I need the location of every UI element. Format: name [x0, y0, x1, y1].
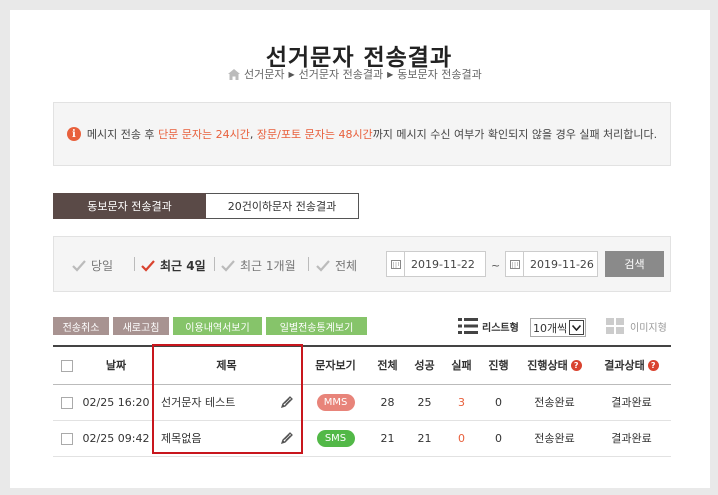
- row-total: 21: [380, 431, 395, 445]
- calendar-icon[interactable]: [506, 252, 524, 276]
- filter-bar: 당일 최근 4일 최근 1개월 전체 2019-11-22 ~ 2019-11-…: [53, 236, 671, 292]
- cancel-send-button[interactable]: 전송취소: [53, 317, 109, 335]
- check-icon: [72, 259, 86, 272]
- period-recent-1-month[interactable]: 최근 1개월: [221, 257, 296, 274]
- list-view-toggle[interactable]: 리스트형: [458, 318, 519, 334]
- row-checkbox[interactable]: [61, 396, 73, 409]
- results-table: 날짜 제목 문자보기 전체 성공 실패 진행 진행상태? 결과상태? 02/25…: [53, 345, 671, 457]
- row-total: 28: [380, 395, 395, 409]
- calendar-icon[interactable]: [387, 252, 405, 276]
- header-subject: 제목: [216, 359, 237, 373]
- row-subject: 제목없음: [151, 430, 302, 446]
- chevron-right-icon: ▶: [288, 69, 295, 79]
- usage-history-button[interactable]: 이용내역서보기: [173, 317, 262, 335]
- header-view: 문자보기: [315, 359, 356, 373]
- chevron-right-icon: ▶: [387, 69, 394, 79]
- date-range-separator: ~: [491, 259, 501, 272]
- period-recent-4-days[interactable]: 최근 4일: [141, 257, 206, 274]
- row-date: 02/25 09:42: [82, 431, 150, 445]
- row-success: 21: [417, 431, 432, 445]
- row-checkbox[interactable]: [61, 432, 73, 445]
- header-result-status: 결과상태?: [592, 346, 671, 384]
- help-icon[interactable]: ?: [647, 360, 659, 372]
- row-progress-status: 전송완료: [534, 432, 575, 445]
- pencil-icon[interactable]: [280, 431, 294, 445]
- home-icon[interactable]: [228, 68, 240, 80]
- chevron-down-icon: [569, 320, 584, 335]
- row-progress: 0: [495, 395, 502, 409]
- action-buttons: 전송취소 새로고침 이용내역서보기 일별전송통계보기: [53, 317, 367, 335]
- list-icon: [458, 318, 478, 334]
- header-date: 날짜: [105, 359, 127, 373]
- info-icon: i: [66, 127, 81, 141]
- image-view-toggle[interactable]: 이미지형: [606, 318, 667, 334]
- row-result-status: 결과완료: [611, 432, 652, 445]
- header-progress-status: 진행상태?: [517, 346, 592, 384]
- header-success: 성공: [414, 359, 435, 373]
- message-view-button[interactable]: SMS: [316, 429, 355, 447]
- check-icon: [221, 259, 235, 272]
- row-date: 02/25 16:20: [82, 395, 150, 409]
- breadcrumb-item-current: 동보문자 전송결과: [397, 68, 482, 81]
- divider: [134, 257, 135, 271]
- row-fail: 0: [458, 431, 465, 445]
- row-fail: 3: [458, 395, 465, 409]
- daily-stats-button[interactable]: 일별전송통계보기: [266, 317, 367, 335]
- tab-broadcast-results[interactable]: 동보문자 전송결과: [53, 193, 206, 219]
- table-header-row: 날짜 제목 문자보기 전체 성공 실패 진행 진행상태? 결과상태?: [53, 346, 671, 384]
- header-total: 전체: [377, 359, 398, 373]
- breadcrumb-item[interactable]: 선거문자: [244, 66, 284, 82]
- page-size-select[interactable]: 10개씩: [530, 318, 586, 337]
- row-progress: 0: [495, 431, 502, 445]
- header-fail: 실패: [451, 359, 472, 373]
- refresh-button[interactable]: 새로고침: [113, 317, 169, 335]
- period-today[interactable]: 당일: [72, 257, 113, 274]
- row-progress-status: 전송완료: [534, 396, 575, 409]
- tab-small-batch-results[interactable]: 20건이하문자 전송결과: [206, 193, 359, 219]
- result-tabs: 동보문자 전송결과 20건이하문자 전송결과: [53, 193, 359, 219]
- pencil-icon[interactable]: [280, 395, 294, 409]
- select-all-checkbox[interactable]: [61, 359, 73, 372]
- message-view-button[interactable]: MMS: [316, 393, 355, 411]
- help-icon[interactable]: ?: [570, 360, 582, 372]
- row-subject: 선거문자 테스트: [151, 394, 302, 410]
- header-progress: 진행: [488, 359, 509, 373]
- date-from-field[interactable]: 2019-11-22: [386, 251, 486, 277]
- check-icon: [316, 259, 330, 272]
- row-result-status: 결과완료: [611, 396, 652, 409]
- table-row: 02/25 09:42 제목없음 SMS 21 21 0 0 전송완료 결과완료: [53, 420, 671, 456]
- check-icon: [141, 259, 155, 272]
- breadcrumb: 선거문자 ▶ 선거문자 전송결과 ▶ 동보문자 전송결과: [228, 66, 482, 82]
- breadcrumb-item[interactable]: 선거문자 전송결과: [299, 66, 383, 82]
- divider: [214, 257, 215, 271]
- notice-box: i 메시지 전송 후 단문 문자는 24시간, 장문/포토 문자는 48시간까지…: [53, 102, 671, 166]
- divider: [308, 257, 309, 271]
- notice-text: 메시지 전송 후 단문 문자는 24시간, 장문/포토 문자는 48시간까지 메…: [86, 128, 658, 141]
- row-success: 25: [417, 395, 432, 409]
- table-row: 02/25 16:20 선거문자 테스트 MMS 28 25 3 0 전송완료 …: [53, 384, 671, 420]
- search-button[interactable]: 검색: [605, 251, 664, 277]
- period-all[interactable]: 전체: [316, 257, 357, 274]
- grid-icon: [606, 318, 624, 334]
- date-to-field[interactable]: 2019-11-26: [505, 251, 598, 277]
